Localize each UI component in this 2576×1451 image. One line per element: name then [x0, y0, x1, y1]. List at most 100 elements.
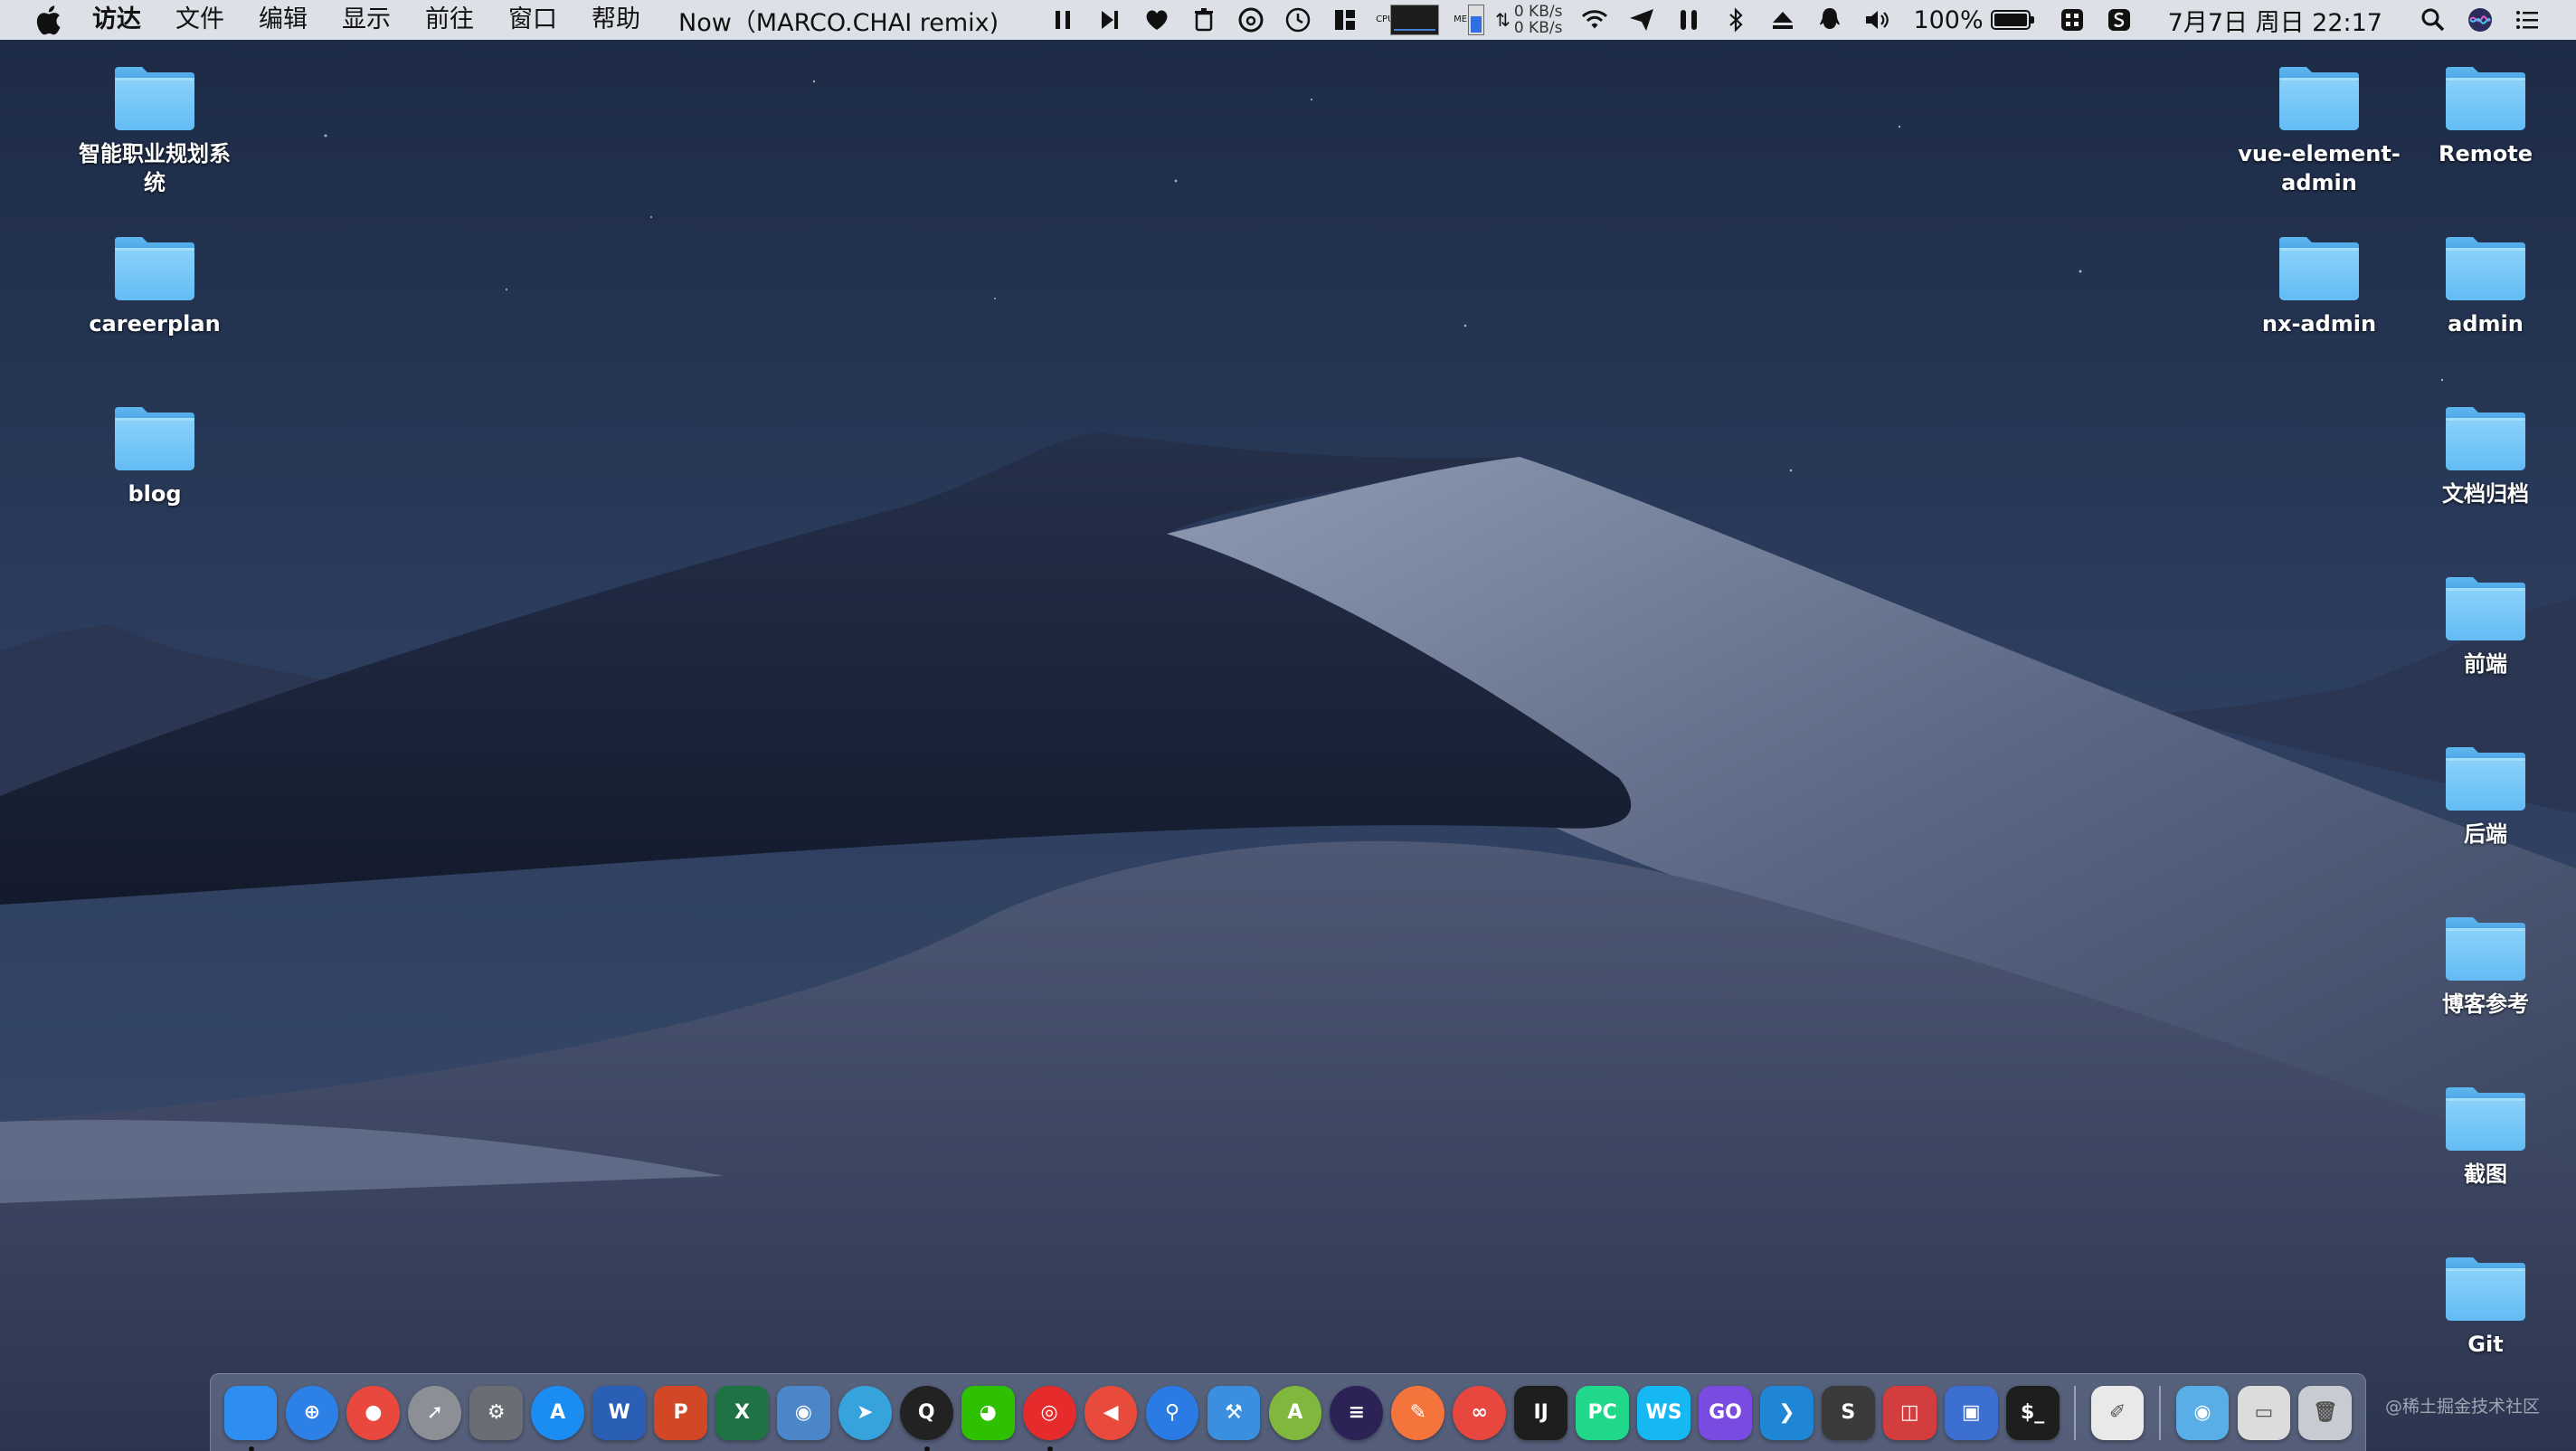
- dock-app-app-store[interactable]: A: [531, 1385, 585, 1440]
- search-icon[interactable]: [2416, 3, 2450, 37]
- netease-music-icon[interactable]: [1234, 3, 1268, 37]
- send-icon[interactable]: [1624, 3, 1659, 37]
- dock-app-trash[interactable]: 🗑: [2298, 1385, 2353, 1440]
- dock-app-telegram[interactable]: ➤: [838, 1385, 892, 1440]
- siri-icon[interactable]: [2463, 3, 2497, 37]
- dock-app-parallels[interactable]: ▣: [1944, 1385, 1998, 1440]
- desktop-folder-label: careerplan: [89, 311, 221, 337]
- dock-app-powerpoint[interactable]: P: [654, 1385, 707, 1440]
- dock-app-android-studio[interactable]: A: [1268, 1385, 1322, 1440]
- dock-app-netease-music[interactable]: ◎: [1022, 1385, 1076, 1451]
- postman-icon: ✎: [1409, 1401, 1426, 1424]
- dock-app-screenshot-stack[interactable]: ▭: [2237, 1385, 2291, 1440]
- goland-icon: GO: [1709, 1401, 1742, 1424]
- dock-app-vscode[interactable]: ❯: [1760, 1385, 1814, 1440]
- dock-app-postman[interactable]: ✎: [1391, 1385, 1445, 1440]
- desktop-folder[interactable]: 前端: [2395, 574, 2576, 678]
- dock-app-chrome[interactable]: ●: [346, 1385, 401, 1440]
- airpods-icon[interactable]: [1672, 3, 1706, 37]
- menu-window[interactable]: 窗口: [508, 0, 557, 40]
- desktop-folder[interactable]: careerplan: [64, 233, 245, 338]
- screenshot-stack-icon: ▭: [2254, 1401, 2274, 1424]
- desktop-folder[interactable]: blog: [64, 403, 245, 508]
- desktop-folder[interactable]: 截图: [2395, 1084, 2576, 1189]
- word-icon: W: [608, 1401, 630, 1424]
- dock-app-word[interactable]: W: [592, 1385, 646, 1440]
- heart-icon[interactable]: [1140, 3, 1174, 37]
- dock-app-vmware-fusion[interactable]: ◫: [1882, 1385, 1937, 1440]
- menu-help[interactable]: 帮助: [592, 0, 640, 40]
- desktop-folder[interactable]: 文档归档: [2395, 403, 2576, 508]
- desktop-folder-label: 博客参考: [2442, 991, 2529, 1017]
- eclipse-icon: ≡: [1348, 1401, 1366, 1424]
- dock-app-network-utility[interactable]: ◉: [777, 1385, 830, 1440]
- dock-app-pycharm[interactable]: PC: [1576, 1385, 1629, 1440]
- wechat-icon: ◕: [979, 1401, 997, 1424]
- trash-icon[interactable]: [1187, 3, 1221, 37]
- menu-clock[interactable]: 7月7日 周日 22:17: [2168, 3, 2382, 38]
- desktop-folder[interactable]: Remote: [2395, 63, 2576, 168]
- dock-app-terminal[interactable]: $_: [2005, 1385, 2060, 1440]
- desktop-folder[interactable]: vue-element-admin: [2229, 63, 2410, 197]
- dock-app-textedit[interactable]: ✐: [2090, 1385, 2145, 1440]
- android-studio-icon: A: [1287, 1401, 1303, 1424]
- dock-app-wechat[interactable]: ◕: [961, 1385, 1015, 1440]
- battery-percent[interactable]: 100%: [1913, 6, 1983, 34]
- layout-icon[interactable]: [1328, 3, 1362, 37]
- bluetooth-icon[interactable]: [1719, 3, 1753, 37]
- dock-app-launchpad[interactable]: ➚: [408, 1385, 462, 1440]
- dock-app-goland[interactable]: GO: [1699, 1385, 1752, 1440]
- running-indicator: [248, 1446, 254, 1451]
- menu-app-name[interactable]: 访达: [92, 0, 141, 40]
- desktop-folder[interactable]: Git: [2395, 1254, 2576, 1359]
- menu-view[interactable]: 显示: [342, 0, 391, 40]
- wifi-icon[interactable]: [1577, 3, 1612, 37]
- desktop-folder-label: 后端: [2464, 821, 2507, 847]
- clock-icon[interactable]: [1281, 3, 1315, 37]
- folder-icon: [2442, 914, 2529, 982]
- xcode-icon: ⚒: [1225, 1401, 1243, 1424]
- sync-icon[interactable]: [2102, 3, 2136, 37]
- menu-file[interactable]: 文件: [175, 0, 224, 40]
- grid-icon[interactable]: [2055, 3, 2089, 37]
- pause-icon[interactable]: [1046, 3, 1080, 37]
- apple-icon[interactable]: [34, 5, 62, 35]
- menu-bar: 访达 文件 编辑 显示 前往 窗口 帮助 Now（MARCO.CHAI remi…: [0, 0, 2576, 40]
- qq-icon[interactable]: [1813, 3, 1847, 37]
- dock-app-qq[interactable]: Q: [899, 1385, 953, 1451]
- memory-monitor[interactable]: MEM: [1454, 5, 1485, 35]
- dock-app-excel[interactable]: X: [715, 1385, 769, 1440]
- dock-app-webstorm[interactable]: WS: [1637, 1385, 1690, 1440]
- desktop-folder[interactable]: 后端: [2395, 744, 2576, 849]
- dock-app-xcode[interactable]: ⚒: [1207, 1385, 1261, 1440]
- list-icon[interactable]: [2510, 3, 2544, 37]
- cpu-monitor[interactable]: CPU: [1376, 5, 1440, 35]
- folder-icon: [2442, 403, 2529, 472]
- desktop-folder[interactable]: nx-admin: [2229, 233, 2410, 338]
- dock-app-downloads-folder[interactable]: ◉: [2175, 1385, 2230, 1440]
- dock-app-safari[interactable]: ⊕: [285, 1385, 339, 1440]
- network-speed[interactable]: 0 KB/s 0 KB/s: [1514, 4, 1563, 36]
- cpu-label: CPU: [1376, 14, 1395, 24]
- next-track-icon[interactable]: [1093, 3, 1127, 37]
- running-indicator: [923, 1446, 930, 1451]
- running-indicator: [1046, 1446, 1053, 1451]
- dock-app-maps[interactable]: ⚲: [1145, 1385, 1199, 1440]
- dock-app-creative-cloud[interactable]: ∞: [1453, 1385, 1507, 1440]
- folder-icon: [2276, 63, 2363, 132]
- desktop-folder[interactable]: 博客参考: [2395, 914, 2576, 1019]
- menu-edit[interactable]: 编辑: [259, 0, 308, 40]
- dock-app-paw[interactable]: ◀: [1084, 1385, 1138, 1440]
- dock-app-system-preferences[interactable]: ⚙: [469, 1385, 524, 1440]
- now-playing-title[interactable]: Now（MARCO.CHAI remix): [678, 3, 999, 38]
- dock-app-finder[interactable]: [223, 1385, 278, 1451]
- menu-go[interactable]: 前往: [425, 0, 474, 40]
- eject-icon[interactable]: [1766, 3, 1800, 37]
- battery-icon[interactable]: [1990, 10, 2034, 30]
- desktop-folder[interactable]: admin: [2395, 233, 2576, 338]
- dock-app-sublime-text[interactable]: S: [1821, 1385, 1875, 1440]
- volume-icon[interactable]: [1860, 3, 1894, 37]
- dock-app-intellij-idea[interactable]: IJ: [1514, 1385, 1568, 1440]
- dock-app-eclipse[interactable]: ≡: [1330, 1385, 1384, 1440]
- desktop-folder[interactable]: 智能职业规划系统: [64, 63, 245, 197]
